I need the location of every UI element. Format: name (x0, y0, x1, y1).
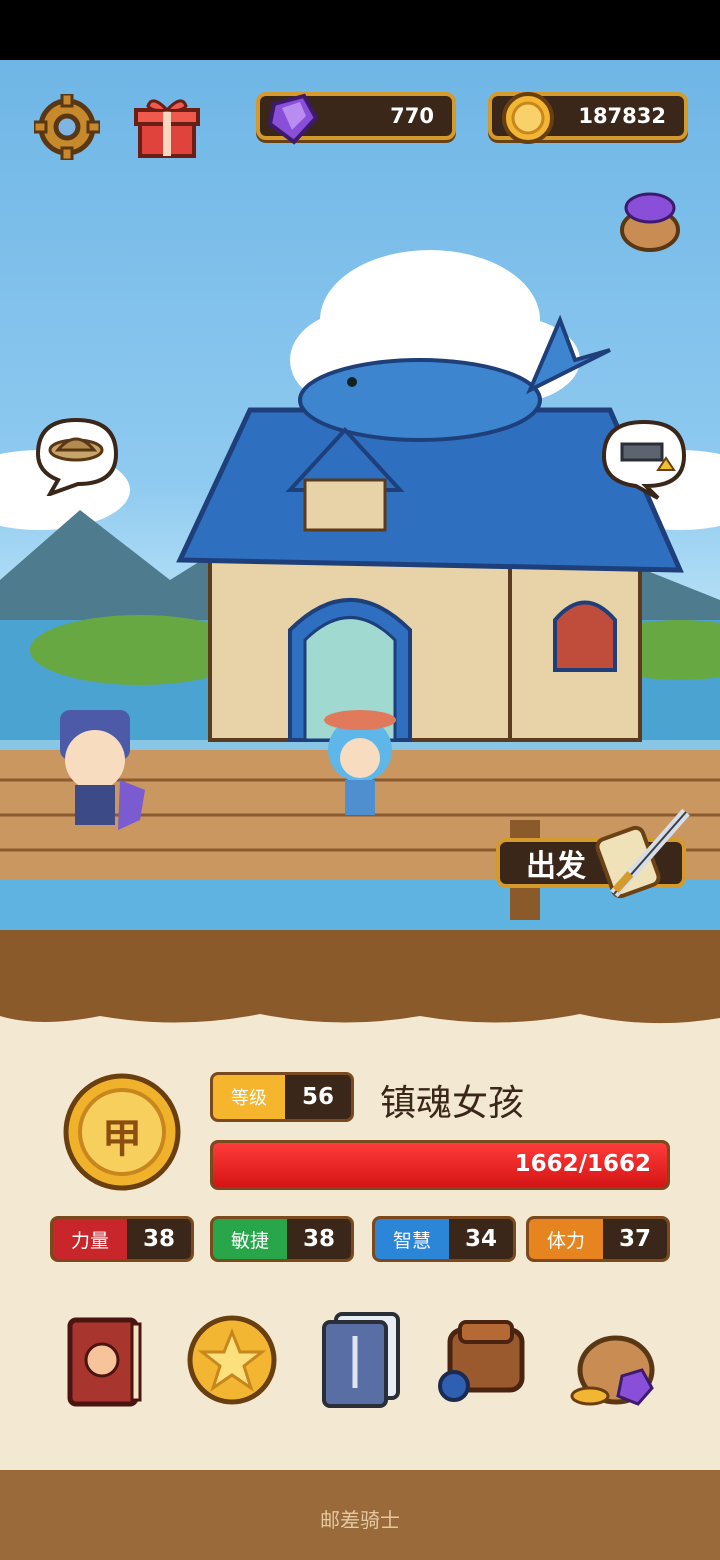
anvil-upgrade-speech-icon[interactable] (596, 414, 690, 500)
rank-emblem-icon[interactable]: 甲 (62, 1072, 182, 1192)
gem-icon (264, 90, 320, 146)
stat-value: 37 (618, 1226, 651, 1252)
status-bar (0, 0, 720, 60)
character-name: 镇魂女孩 (380, 1083, 525, 1124)
book-icon[interactable] (62, 1310, 148, 1410)
depart-label: 出发 (526, 849, 586, 884)
panel-edge (0, 1000, 720, 1024)
settings-gear-icon[interactable] (32, 92, 102, 162)
stat-value: 38 (142, 1226, 175, 1252)
level-badge: 等级 56 (210, 1072, 354, 1122)
coin-count: 187832 (578, 104, 666, 128)
stat-agility: 敏捷 38 (210, 1216, 354, 1262)
rank-emblem-label: 甲 (102, 1116, 142, 1162)
hp-bar: 1662/1662 (210, 1140, 670, 1190)
star-coin-icon[interactable] (186, 1314, 278, 1406)
stat-label: 体力 (529, 1219, 603, 1259)
backpack-icon[interactable] (436, 1306, 540, 1410)
treasure-bag-icon[interactable] (568, 1310, 664, 1410)
stat-label: 敏捷 (213, 1219, 287, 1259)
card-deck-icon[interactable] (316, 1308, 406, 1408)
stat-label: 智慧 (375, 1219, 449, 1259)
stat-value: 38 (302, 1226, 335, 1252)
coin-icon (500, 90, 556, 146)
sword-scroll-icon (594, 802, 694, 912)
gem-bag-icon[interactable] (618, 186, 682, 252)
footer-title: 邮差骑士 (320, 1508, 400, 1532)
stat-stamina: 体力 37 (526, 1216, 670, 1262)
hp-text: 1662/1662 (514, 1151, 651, 1177)
gift-box-icon[interactable] (134, 94, 200, 160)
game-scene: 770 187832 出发 (0, 60, 720, 1000)
stat-label: 力量 (53, 1219, 127, 1259)
stat-strength: 力量 38 (50, 1216, 194, 1262)
stat-wisdom: 智慧 34 (372, 1216, 516, 1262)
gem-count: 770 (390, 104, 434, 128)
explorer-hat-speech-icon[interactable] (28, 414, 124, 498)
stat-value: 34 (464, 1226, 497, 1252)
level-label: 等级 (213, 1075, 285, 1119)
level-value: 56 (301, 1084, 334, 1110)
